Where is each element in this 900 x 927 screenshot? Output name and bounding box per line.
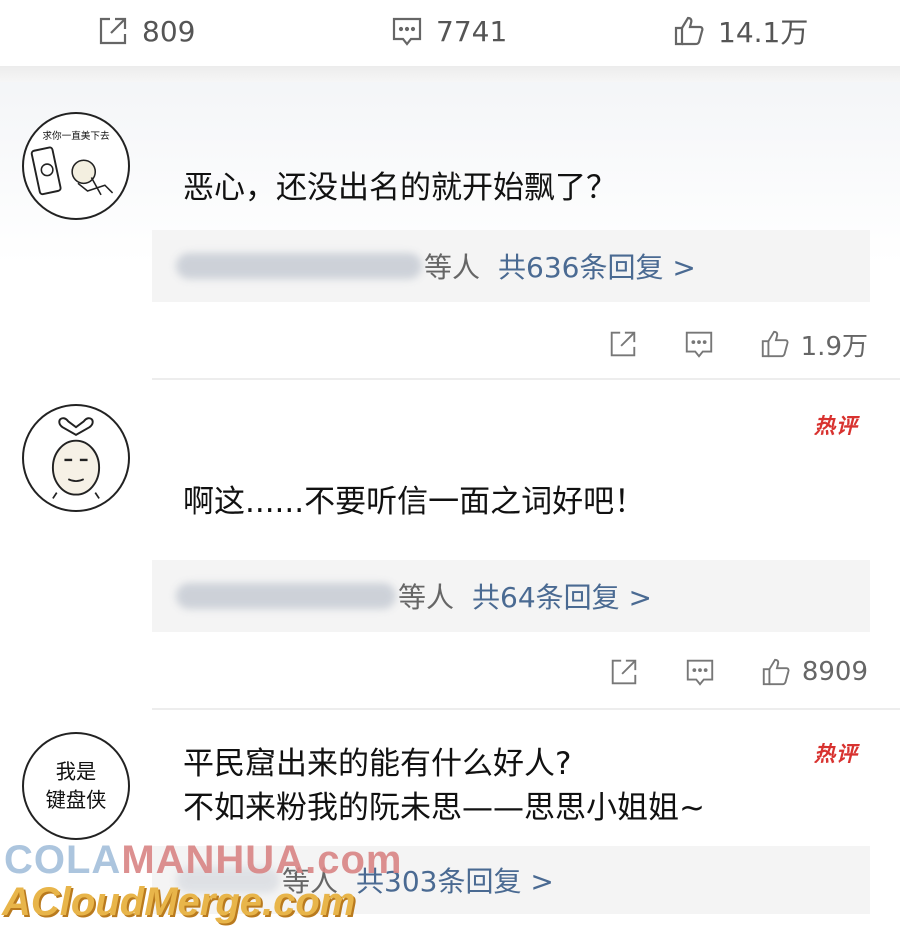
like-button[interactable]: 14.1万 (672, 10, 808, 52)
comment-text: 平民窟出来的能有什么好人? 不如来粉我的阮未思——思思小姐姐~ (183, 746, 705, 826)
comment-like-count: 8909 (801, 657, 868, 687)
meme-avatar-image (51, 417, 101, 499)
blurred-usernames (176, 583, 396, 609)
like-icon (674, 16, 704, 46)
share-icon[interactable] (607, 328, 639, 360)
hot-comment-badge: 热评 (814, 742, 858, 766)
avatar-caption-line2: 键盘侠 (46, 788, 107, 812)
reply-preview[interactable]: 等人 共64条回复 > (152, 560, 870, 632)
comment-count: 7741 (436, 14, 508, 48)
like-count: 14.1万 (718, 16, 809, 49)
background-fade (0, 82, 900, 342)
hot-comment-badge: 热评 (814, 414, 858, 438)
reply-users-suffix: 等人 (398, 581, 455, 614)
avatar[interactable] (22, 404, 130, 512)
comment-divider (152, 708, 900, 710)
avatar-caption: 求你一直美下去 (42, 130, 110, 142)
post-action-bar: 809 7741 14.1万 (0, 0, 900, 66)
avatar[interactable]: 求你一直美下去 (22, 112, 130, 220)
blurred-usernames (176, 253, 422, 279)
like-icon[interactable] (759, 328, 791, 360)
comment-button[interactable]: 7741 (390, 10, 507, 52)
section-divider (0, 66, 900, 82)
comment-icon[interactable] (683, 328, 715, 360)
site-watermark: COLAMANHUA.com ACloudMerge.com (0, 838, 420, 927)
comment-actions: 8909 (564, 652, 868, 692)
share-icon[interactable] (608, 656, 640, 688)
share-icon (99, 17, 127, 45)
reply-users-suffix: 等人 (424, 251, 481, 284)
text-avatar-image: 我是 键盘侠 (46, 759, 107, 812)
comment-divider (152, 378, 900, 380)
comment-icon (392, 17, 422, 46)
meme-avatar-image: 求你一直美下去 (30, 130, 114, 196)
avatar[interactable]: 我是 键盘侠 (22, 732, 130, 840)
avatar-caption-line1: 我是 (56, 759, 96, 783)
like-icon[interactable] (760, 656, 792, 688)
share-count: 809 (142, 14, 196, 48)
reply-preview[interactable]: 等人 共636条回复 > (152, 230, 870, 302)
view-replies-link[interactable]: 共636条回复 > (498, 246, 696, 286)
comment-like-count: 1.9万 (800, 331, 868, 362)
comment-icon[interactable] (684, 656, 716, 688)
comment-text: 恶心，还没出名的就开始飘了？ (183, 170, 617, 206)
watermark-line1: COLAMANHUA.com (4, 838, 403, 882)
share-button[interactable]: 809 (96, 10, 195, 52)
comment-text: 啊这......不要听信一面之词好吧！ (183, 484, 646, 520)
watermark-line2: ACloudMerge.com (2, 880, 356, 924)
comment-actions: 1.9万 (563, 324, 868, 364)
view-replies-link[interactable]: 共64条回复 > (472, 576, 652, 616)
